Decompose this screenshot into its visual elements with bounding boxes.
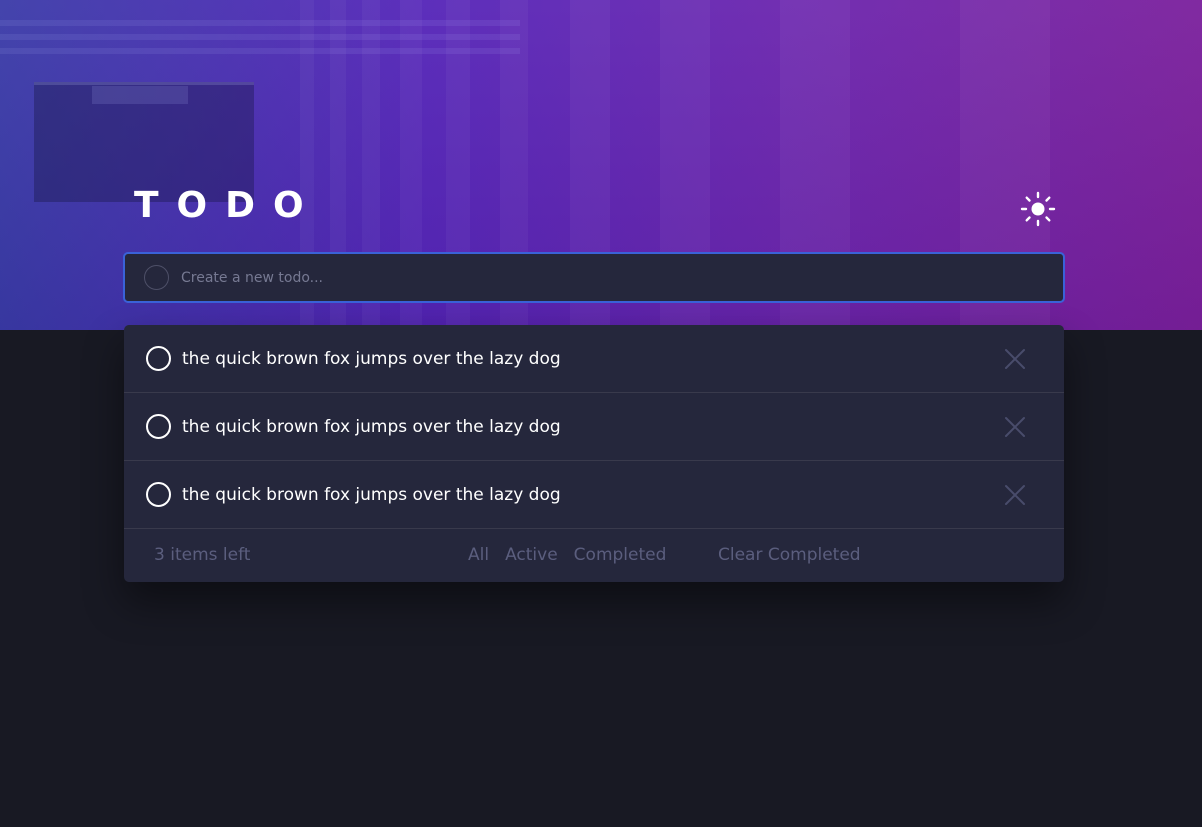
todo-item: the quick brown fox jumps over the lazy … [124, 325, 1064, 393]
todo-checkbox[interactable] [146, 346, 171, 371]
sun-icon [1020, 191, 1056, 227]
todo-checkbox[interactable] [146, 414, 171, 439]
filter-active[interactable]: Active [505, 545, 558, 565]
close-icon[interactable] [1004, 416, 1026, 438]
todo-text[interactable]: the quick brown fox jumps over the lazy … [182, 417, 561, 437]
todo-footer: 3 items left All Active Completed Clear … [124, 529, 1064, 582]
todo-list: the quick brown fox jumps over the lazy … [124, 325, 1064, 582]
clear-completed-button[interactable]: Clear Completed [718, 545, 861, 565]
theme-toggle-button[interactable] [1020, 191, 1056, 227]
close-icon[interactable] [1004, 348, 1026, 370]
new-todo-input[interactable] [181, 262, 1041, 293]
new-todo-field [123, 252, 1065, 303]
filter-group: All Active Completed [468, 545, 666, 565]
items-left-count: 3 items left [154, 545, 251, 565]
new-todo-checkbox[interactable] [144, 265, 169, 290]
todo-text[interactable]: the quick brown fox jumps over the lazy … [182, 485, 561, 505]
filter-all[interactable]: All [468, 545, 489, 565]
filter-completed[interactable]: Completed [574, 545, 667, 565]
todo-item: the quick brown fox jumps over the lazy … [124, 461, 1064, 529]
todo-text[interactable]: the quick brown fox jumps over the lazy … [182, 349, 561, 369]
close-icon[interactable] [1004, 484, 1026, 506]
todo-checkbox[interactable] [146, 482, 171, 507]
todo-item: the quick brown fox jumps over the lazy … [124, 393, 1064, 461]
app-title: TODO [134, 185, 322, 226]
